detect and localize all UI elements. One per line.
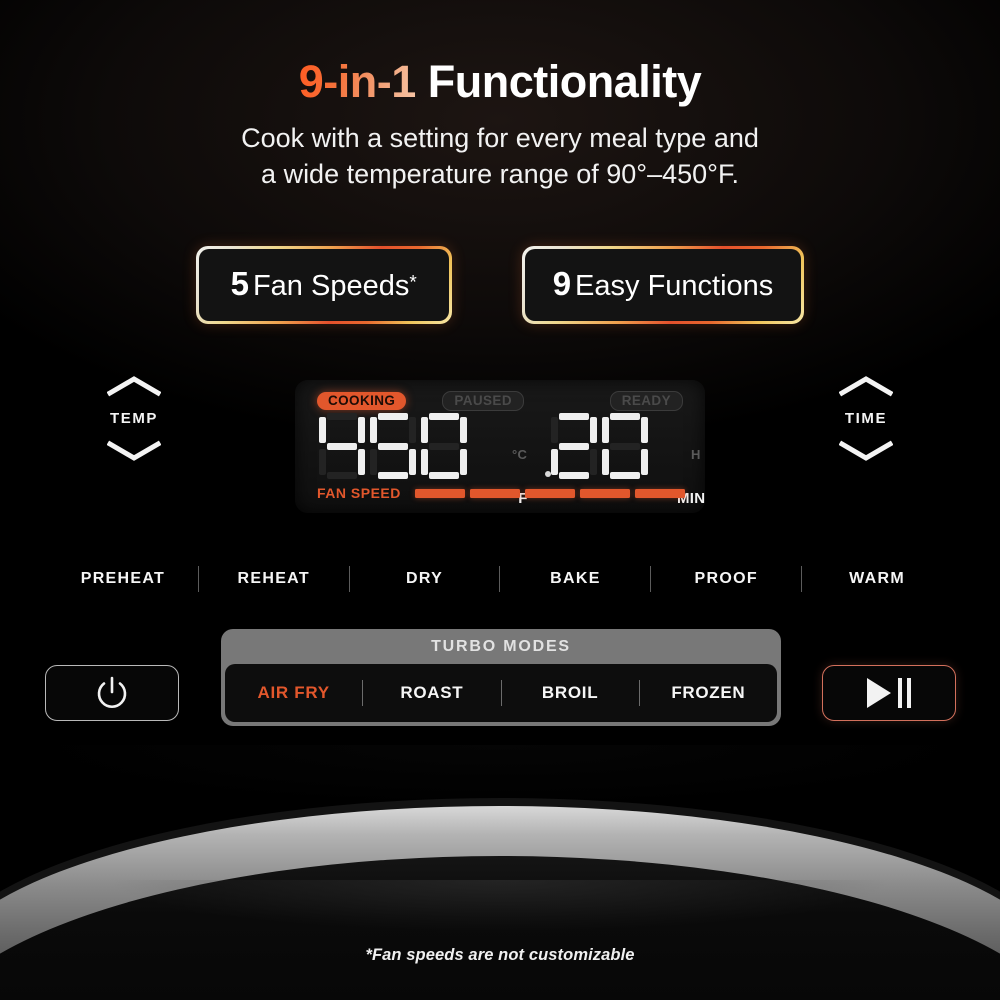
turbo-button-broil[interactable]: BROIL [502,683,639,703]
temperature-readout [319,413,467,479]
fan-speed-label: FAN SPEED [317,485,401,501]
fan-speed-bar [414,488,465,498]
play-pause-button[interactable] [822,665,956,721]
function-button-row: PREHEAT REHEAT DRY BAKE PROOF WARM [48,566,952,592]
time-down-chevron-icon[interactable] [839,440,893,462]
turbo-modes-title: TURBO MODES [431,638,571,655]
time-label: TIME [844,410,888,427]
function-button-warm[interactable]: WARM [802,570,952,588]
play-pause-icon [867,678,911,708]
temp-down-chevron-icon[interactable] [107,440,161,462]
temp-digit-3 [421,413,467,479]
time-stepper: TIME [806,375,926,462]
footnote-text: *Fan speeds are not customizable [365,946,635,964]
time-digit-2 [602,413,648,479]
lcd-display: COOKING PAUSED READY °C °F H MIN FAN SPE… [295,380,705,513]
temp-up-chevron-icon[interactable] [107,375,161,397]
turbo-modes-group: TURBO MODES AIR FRY ROAST BROIL FROZEN [221,629,781,726]
power-icon [97,676,127,709]
time-up-chevron-icon[interactable] [839,375,893,397]
fan-speed-bar [579,488,630,498]
temp-label: TEMP [109,410,159,427]
temp-stepper: TEMP [74,375,194,462]
time-readout [551,413,648,479]
function-button-preheat[interactable]: PREHEAT [48,570,198,588]
temp-digit-1 [319,413,365,479]
function-button-dry[interactable]: DRY [350,570,500,588]
unit-celsius: °C [512,447,528,462]
turbo-modes-buttons: AIR FRY ROAST BROIL FROZEN [225,664,777,722]
seven-segment-area: °C °F H MIN [313,413,705,507]
fan-speed-bar [469,488,520,498]
status-badge-paused: PAUSED [442,391,524,411]
function-button-bake[interactable]: BAKE [500,570,650,588]
time-digit-1 [551,413,597,479]
status-badge-cooking: COOKING [317,392,407,410]
appliance-base-reflection [0,880,1000,1000]
appliance-marketing-panel: 9-in-1 Functionality Cook with a setting… [0,0,1000,1000]
time-decimal-point [545,471,551,477]
function-button-reheat[interactable]: REHEAT [199,570,349,588]
function-button-proof[interactable]: PROOF [651,570,801,588]
fan-speed-row: FAN SPEED [317,485,686,501]
temp-digit-2 [370,413,416,479]
status-badge-ready: READY [609,391,683,411]
power-button[interactable] [45,665,179,721]
fan-speed-bar [634,488,686,498]
fan-speed-bars [414,488,686,498]
pause-bars-icon [898,678,911,708]
turbo-button-air-fry[interactable]: AIR FRY [225,683,362,703]
turbo-button-roast[interactable]: ROAST [363,683,500,703]
turbo-button-frozen[interactable]: FROZEN [640,683,777,703]
play-triangle-icon [867,678,891,708]
unit-hours: H [691,447,701,462]
fan-speed-bar [524,488,575,498]
status-indicator-row: COOKING PAUSED READY [295,391,705,411]
